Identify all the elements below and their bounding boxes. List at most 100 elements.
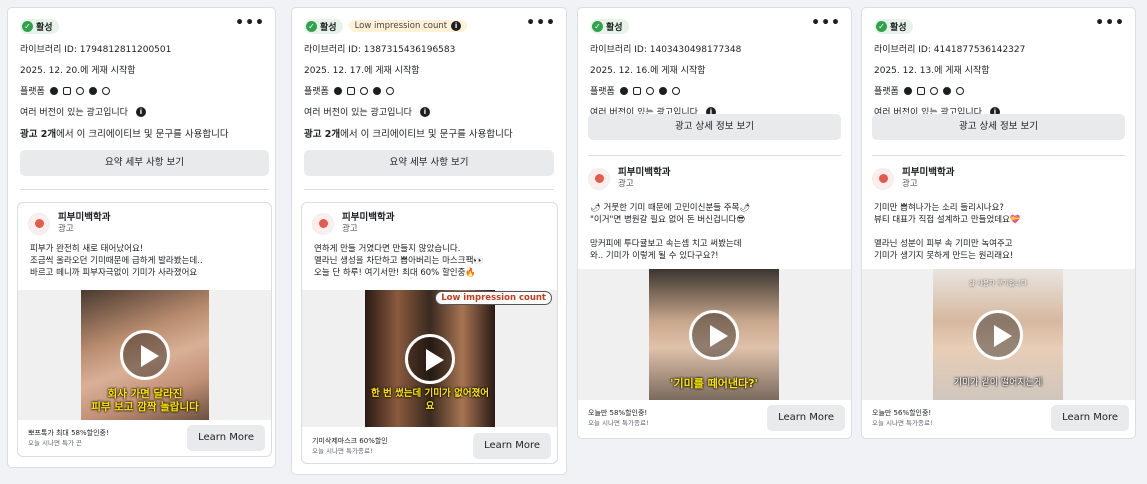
platform-label: 플랫폼	[304, 87, 329, 97]
check-icon: ✓	[306, 20, 317, 32]
ad-header: 피부미백학과 광고	[862, 158, 964, 190]
info-icon[interactable]: i	[451, 21, 462, 31]
advertiser-avatar	[588, 167, 610, 190]
view-summary-button[interactable]: 요약 세부 사항 보기	[20, 150, 269, 176]
multi-version-row: 여러 버전이 있는 광고입니다 i	[304, 105, 556, 118]
summary-text: 광고 2개에서 이 크리에이티브 및 문구를 사용합니다	[304, 128, 522, 142]
summary-text: 광고 2개에서 이 크리에이티브 및 문구를 사용합니다	[20, 128, 238, 142]
audience-network-icon	[359, 86, 368, 95]
cta-bar: 오늘만 56%할인중! 오늘 시나면 특가종료! Learn More	[862, 405, 1135, 431]
ad-header: 피부미백학과 광고	[578, 158, 680, 190]
multi-version-text: 여러 버전이 있는 광고입니다	[20, 108, 128, 118]
more-options-icon[interactable]: •••	[526, 16, 556, 30]
active-badge: ✓ 활성	[874, 18, 913, 34]
advertiser-avatar	[28, 212, 50, 235]
learn-more-button[interactable]: Learn More	[187, 425, 265, 451]
audience-network-icon	[929, 86, 938, 95]
more-options-icon[interactable]: •••	[1095, 16, 1125, 30]
low-impression-label: Low impression count	[354, 21, 448, 31]
summary-bold: 광고 2개	[304, 129, 341, 140]
more-options-icon[interactable]: •••	[235, 16, 265, 30]
learn-more-button[interactable]: Learn More	[767, 405, 845, 431]
status-row: ✓ 활성	[20, 18, 265, 34]
ad-media: 회사 가면 달라진 피부 보고 깜짝 놀랍니다	[18, 290, 271, 420]
play-icon[interactable]	[973, 309, 1023, 360]
video-caption: '기미를 떼어낸다?'	[670, 377, 758, 390]
ad-body-text: 🌶 거뭇한 기미 때문에 고민이신분들 주목🌶 "이거"면 병원갈 필요 없어 …	[590, 203, 751, 261]
instagram-icon	[632, 86, 641, 95]
start-date: 2025. 12. 17.에 게재 시작함	[304, 66, 420, 76]
ad-card-4: ✓ 활성 ••• 라이브러리 ID: 4141877536142327 2025.…	[861, 7, 1136, 439]
active-badge: ✓ 활성	[304, 18, 343, 34]
platform-label: 플랫폼	[590, 87, 615, 97]
divider	[588, 155, 841, 156]
cta-description: 오늘 시나면 특가 끈	[28, 439, 83, 447]
cta-headline: 오늘만 56%할인중!	[872, 409, 932, 417]
info-icon[interactable]: i	[135, 106, 146, 117]
active-badge: ✓ 활성	[590, 18, 629, 34]
library-id: 라이브러리 ID: 1794812811200501	[20, 45, 172, 55]
messenger-icon	[942, 86, 951, 95]
library-id: 라이브러리 ID: 4141877536142327	[874, 45, 1026, 55]
threads-icon	[955, 86, 964, 95]
ad-header: 피부미백학과 광고	[302, 203, 557, 235]
start-date: 2025. 12. 16.에 게재 시작함	[590, 66, 706, 76]
view-ad-details-button[interactable]: 광고 상세 정보 보기	[872, 114, 1125, 140]
cta-bar: 오늘만 58%할인중! 오늘 시나면 특가종료! Learn More	[578, 405, 851, 431]
advertiser-name: 피부미백학과	[58, 212, 111, 223]
summary-bold: 광고 2개	[20, 129, 57, 140]
video-caption: 회사 가면 달라진 피부 보고 깜짝 놀랍니다	[91, 388, 199, 413]
divider	[304, 189, 554, 190]
status-label: 활성	[36, 22, 53, 33]
ad-card-2: ✓ 활성 Low impression count i ••• 라이브러리 ID: …	[291, 7, 567, 475]
video-thumbnail[interactable]: 회사 가면 달라진 피부 보고 깜짝 놀랍니다	[81, 290, 209, 420]
status-label: 활성	[890, 22, 907, 33]
threads-icon	[385, 86, 394, 95]
play-icon[interactable]	[120, 330, 170, 380]
divider	[20, 189, 269, 190]
learn-more-button[interactable]: Learn More	[1051, 405, 1129, 431]
advertiser-avatar	[872, 167, 894, 190]
info-icon[interactable]: i	[419, 106, 430, 117]
messenger-icon	[372, 86, 381, 95]
summary-rest: 에서 이 크리에이티브 및 문구를 사용합니다	[340, 129, 513, 140]
video-thumbnail[interactable]: 한 번 썼는데 기미가 없어졌어요	[365, 290, 495, 427]
threads-icon	[101, 86, 110, 95]
status-row: ✓ 활성	[874, 18, 1125, 34]
platform-label: 플랫폼	[874, 87, 899, 97]
library-id: 라이브러리 ID: 1387315436196583	[304, 45, 456, 55]
video-caption: 기미가 같이 떨어지는게	[953, 378, 1043, 388]
cta-description: 오늘 시나면 특가종료!	[588, 419, 649, 427]
start-date: 2025. 12. 20.에 게재 시작함	[20, 66, 136, 76]
video-overlay-text: 살 사용자 후기입니다	[969, 279, 1027, 287]
video-thumbnail[interactable]: '기미를 떼어낸다?'	[649, 269, 779, 400]
low-impression-tag: Low impression count	[435, 291, 552, 305]
messenger-icon	[88, 86, 97, 95]
video-thumbnail[interactable]: 살 사용자 후기입니다 기미가 같이 떨어지는게	[933, 269, 1063, 400]
ad-card-3: ✓ 활성 ••• 라이브러리 ID: 1403430498177348 2025.…	[577, 7, 852, 439]
more-options-icon[interactable]: •••	[811, 16, 841, 30]
facebook-icon	[619, 86, 628, 95]
ad-preview: 피부미백학과 광고 연하게 만들 거였다면 만들지 않았습니다. 멜라닌 생성을 …	[301, 202, 558, 464]
check-icon: ✓	[22, 20, 33, 32]
view-ad-details-button[interactable]: 광고 상세 정보 보기	[588, 114, 841, 140]
sponsored-label: 광고	[58, 224, 74, 234]
view-summary-button[interactable]: 요약 세부 사항 보기	[304, 150, 554, 176]
sponsored-label: 광고	[618, 179, 634, 189]
divider	[872, 155, 1125, 156]
facebook-icon	[903, 86, 912, 95]
ad-body-text: 기미만 뽑혀나가는 소리 들리시나요? 뷰티 대표가 직접 설계하고 만들었데요…	[874, 203, 1021, 261]
advertiser-name: 피부미백학과	[902, 167, 955, 178]
library-id: 라이브러리 ID: 1403430498177348	[590, 45, 742, 55]
play-icon[interactable]	[405, 333, 455, 384]
ad-header: 피부미백학과 광고	[18, 203, 271, 235]
threads-icon	[671, 86, 680, 95]
ad-media: '기미를 떼어낸다?'	[578, 269, 851, 400]
audience-network-icon	[75, 86, 84, 95]
status-row: ✓ 활성	[590, 18, 841, 34]
audience-network-icon	[645, 86, 654, 95]
low-impression-badge: Low impression count i	[348, 20, 468, 32]
learn-more-button[interactable]: Learn More	[473, 433, 551, 459]
instagram-icon	[916, 86, 925, 95]
play-icon[interactable]	[689, 309, 739, 360]
